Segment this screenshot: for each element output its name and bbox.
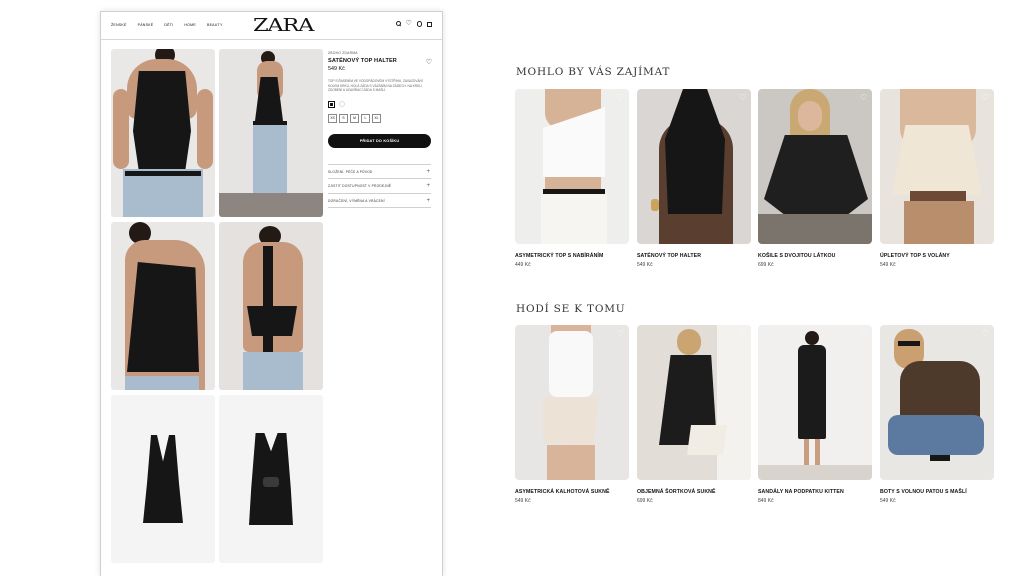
recommend-card[interactable]: ♡ ASYMETRICKÝ TOP S NABÍRÁNÍM 449 Kč [515, 89, 629, 268]
product-image[interactable]: ♡ [637, 325, 751, 480]
color-swatches [328, 100, 433, 108]
product-image[interactable]: ♡ [515, 325, 629, 480]
product-accordion: SLOŽENÍ, PÉČE A PŮVOD + ZJISTIT DOSTUPNO… [328, 163, 431, 209]
size-xl[interactable]: XL [372, 113, 381, 123]
wishlist-heart-icon[interactable]: ♡ [739, 329, 746, 338]
wishlist-heart-icon[interactable]: ♡ [739, 93, 746, 102]
wishlist-heart-icon[interactable]: ♡ [860, 329, 867, 338]
product-image[interactable]: ♡ [880, 325, 994, 480]
accordion-store-availability[interactable]: ZJISTIT DOSTUPNOST V PRODEJNĚ + [328, 179, 431, 194]
product-price: 699 Kč [758, 262, 774, 268]
heart-icon[interactable] [406, 19, 412, 27]
product-name: SATÉNOVÝ TOP HALTER [637, 253, 702, 259]
accordion-composition[interactable]: SLOŽENÍ, PÉČE A PŮVOD + [328, 165, 431, 180]
plus-icon: + [426, 168, 430, 175]
product-title: SATÉNOVÝ TOP HALTER [328, 58, 397, 64]
product-price: 449 Kč [515, 262, 531, 268]
product-photo-front[interactable] [111, 49, 215, 217]
product-name: ASYMETRICKÁ KALHOTOVÁ SUKNĚ [515, 489, 610, 495]
accordion-label: ZJISTIT DOSTUPNOST V PRODEJNĚ [328, 184, 392, 189]
size-xs[interactable]: XS [328, 113, 337, 123]
product-price: 549 Kč [880, 262, 896, 268]
size-s[interactable]: S [339, 113, 348, 123]
product-photo-flat-front[interactable] [111, 395, 215, 563]
matching-card[interactable]: ♡ ASYMETRICKÁ KALHOTOVÁ SUKNĚ 549 Kč [515, 325, 629, 504]
size-m[interactable]: M [350, 113, 359, 123]
product-name: ÚPLETOVÝ TOP S VOLÁNY [880, 253, 950, 259]
wishlist-heart-icon[interactable]: ♡ [860, 93, 867, 102]
bag-icon[interactable] [427, 21, 432, 27]
matching-section-title: HODÍ SE K TOMU [516, 303, 626, 315]
product-price: 849 Kč [758, 498, 774, 504]
matching-card[interactable]: ♡ OBJEMNÁ ŠORTKOVÁ SUKNĚ 699 Kč [637, 325, 751, 504]
product-photo-flat-back[interactable] [219, 395, 323, 563]
product-category: ZBOHO ZDARMA [328, 51, 358, 55]
color-swatch-black[interactable] [328, 100, 335, 108]
accordion-label: SLOŽENÍ, PÉČE A PŮVOD [328, 169, 373, 174]
product-price: 699 Kč [637, 498, 653, 504]
color-swatch-white[interactable] [339, 101, 345, 108]
recommend-card[interactable]: ♡ SATÉNOVÝ TOP HALTER 549 Kč [637, 89, 751, 268]
nav-item-women[interactable]: ŽENSKÉ [111, 23, 127, 27]
product-image[interactable]: ♡ [758, 89, 872, 244]
wishlist-heart-icon[interactable]: ♡ [982, 329, 989, 338]
site-header: ŽENSKÉ PÁNSKÉ DĚTI HOME BEAUTY ZARA [101, 12, 442, 40]
product-photo-detail[interactable] [111, 222, 215, 390]
plus-icon: + [426, 183, 430, 190]
product-price: 549 Kč [328, 66, 345, 72]
header-icons [395, 19, 432, 27]
zara-logo[interactable]: ZARA [253, 15, 314, 36]
size-selector: XS S M L XL [328, 113, 433, 123]
wishlist-heart-icon[interactable]: ♡ [426, 58, 432, 66]
product-photo-side[interactable] [219, 49, 323, 217]
product-image[interactable]: ♡ [758, 325, 872, 480]
wishlist-heart-icon[interactable]: ♡ [617, 329, 624, 338]
accordion-label: DORUČENÍ, VÝMĚNA A VRÁCENÍ [328, 198, 385, 203]
recommend-section-title: MOHLO BY VÁS ZAJÍMAT [516, 66, 671, 78]
main-nav: ŽENSKÉ PÁNSKÉ DĚTI HOME BEAUTY [111, 23, 223, 27]
product-name: ASYMETRICKÝ TOP S NABÍRÁNÍM [515, 253, 604, 259]
product-name: BOTY S VOLNOU PATOU S MAŠLÍ [880, 489, 967, 495]
wishlist-heart-icon[interactable]: ♡ [982, 93, 989, 102]
user-icon[interactable] [416, 21, 422, 27]
nav-item-men[interactable]: PÁNSKÉ [138, 23, 154, 27]
size-l[interactable]: L [361, 113, 370, 123]
product-name: SANDÁLY NA PODPATKU KITTEN [758, 489, 844, 495]
product-description: TOP S ŘASENÍM VE VODOPÁDOVÉM VÝSTŘIHU, Z… [328, 79, 423, 93]
product-price: 549 Kč [515, 498, 531, 504]
product-image[interactable]: ♡ [880, 89, 994, 244]
recommend-card[interactable]: ♡ KOŠILE S DVOJITOU LÁTKOU 699 Kč [758, 89, 872, 268]
matching-card[interactable]: ♡ BOTY S VOLNOU PATOU S MAŠLÍ 549 Kč [880, 325, 994, 504]
accordion-delivery[interactable]: DORUČENÍ, VÝMĚNA A VRÁCENÍ + [328, 194, 431, 209]
search-icon[interactable] [395, 21, 401, 26]
product-name: KOŠILE S DVOJITOU LÁTKOU [758, 253, 836, 259]
plus-icon: + [426, 197, 430, 204]
product-image[interactable]: ♡ [637, 89, 751, 244]
product-info-panel: ZBOHO ZDARMA SATÉNOVÝ TOP HALTER 549 Kč … [328, 51, 433, 209]
matching-card[interactable]: ♡ SANDÁLY NA PODPATKU KITTEN 849 Kč [758, 325, 872, 504]
product-name: OBJEMNÁ ŠORTKOVÁ SUKNĚ [637, 489, 716, 495]
recommend-card[interactable]: ♡ ÚPLETOVÝ TOP S VOLÁNY 549 Kč [880, 89, 994, 268]
product-price: 549 Kč [880, 498, 896, 504]
product-price: 549 Kč [637, 262, 653, 268]
product-photo-back[interactable] [219, 222, 323, 390]
product-image[interactable]: ♡ [515, 89, 629, 244]
product-page-mock: ŽENSKÉ PÁNSKÉ DĚTI HOME BEAUTY ZARA ♡ ZB… [100, 11, 443, 576]
add-to-cart-button[interactable]: PŘIDAT DO KOŠÍKU [328, 133, 431, 148]
nav-item-beauty[interactable]: BEAUTY [207, 23, 223, 27]
nav-item-kids[interactable]: DĚTI [164, 23, 173, 27]
wishlist-heart-icon[interactable]: ♡ [617, 93, 624, 102]
nav-item-home[interactable]: HOME [184, 23, 196, 27]
